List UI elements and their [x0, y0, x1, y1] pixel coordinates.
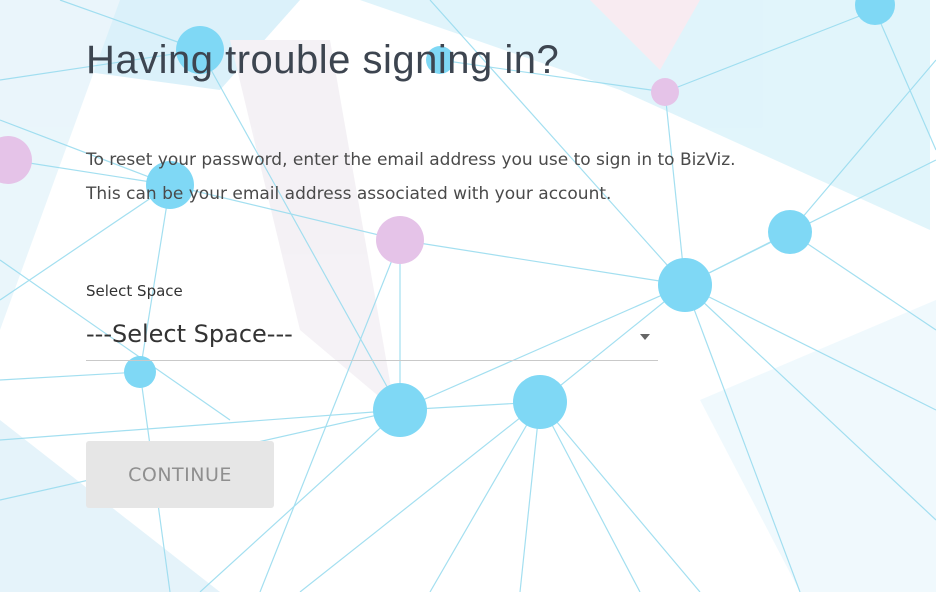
forgot-password-page: Having trouble signing in? To reset your… [0, 0, 936, 592]
select-space-value: ---Select Space--- [86, 320, 293, 348]
instructions-line-1: To reset your password, enter the email … [86, 150, 736, 170]
page-title: Having trouble signing in? [86, 38, 560, 82]
reset-form: Having trouble signing in? To reset your… [0, 0, 936, 592]
instructions-text: To reset your password, enter the email … [86, 143, 926, 211]
caret-down-icon [640, 334, 650, 340]
select-space-label: Select Space [86, 282, 183, 300]
continue-button[interactable]: CONTINUE [86, 441, 274, 508]
instructions-line-2: This can be your email address associate… [86, 184, 612, 204]
select-space-dropdown[interactable]: ---Select Space--- [86, 316, 658, 361]
